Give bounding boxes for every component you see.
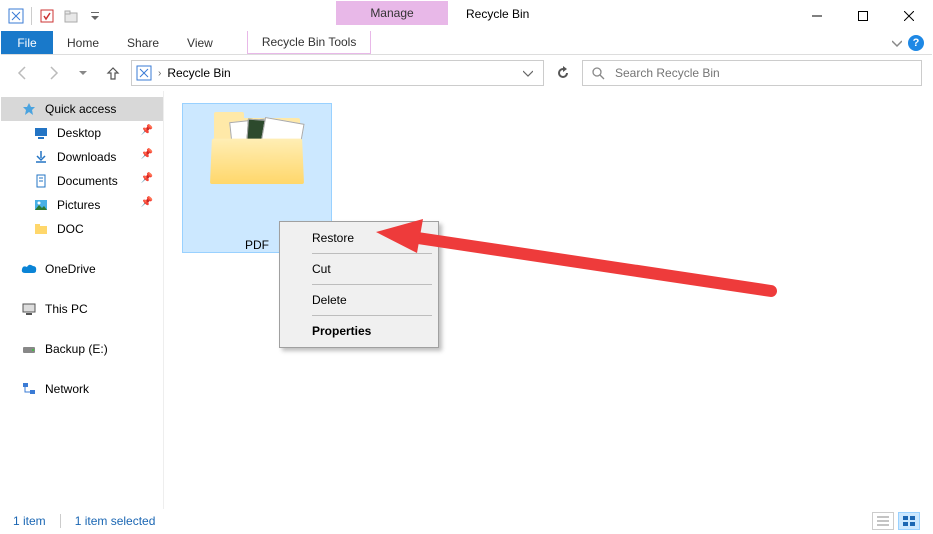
properties-shortcut-icon[interactable] bbox=[36, 5, 58, 27]
desktop-icon bbox=[33, 125, 49, 141]
view-switcher bbox=[872, 512, 920, 530]
sidebar-item-label: DOC bbox=[57, 222, 84, 236]
onedrive-icon bbox=[21, 261, 37, 277]
pin-icon: 📌 bbox=[141, 197, 153, 208]
sidebar-item-downloads[interactable]: Downloads 📌 bbox=[1, 145, 163, 169]
sidebar-item-onedrive[interactable]: OneDrive bbox=[1, 257, 163, 281]
status-item-count: 1 item bbox=[13, 514, 46, 528]
pin-icon: 📌 bbox=[141, 149, 153, 160]
file-item-label: PDF bbox=[245, 238, 269, 252]
search-icon bbox=[591, 66, 605, 80]
sidebar-item-label: This PC bbox=[45, 302, 88, 316]
details-view-button[interactable] bbox=[872, 512, 894, 530]
context-menu-delete[interactable]: Delete bbox=[282, 288, 436, 312]
minimize-button[interactable] bbox=[794, 1, 840, 31]
address-dropdown-icon[interactable] bbox=[517, 68, 539, 78]
sidebar-item-backup-drive[interactable]: Backup (E:) bbox=[1, 337, 163, 361]
back-button[interactable] bbox=[11, 61, 35, 85]
address-bar[interactable]: › Recycle Bin bbox=[131, 60, 544, 86]
breadcrumb-current[interactable]: Recycle Bin bbox=[167, 66, 230, 80]
close-button[interactable] bbox=[886, 1, 932, 31]
pictures-icon bbox=[33, 197, 49, 213]
sidebar-item-this-pc[interactable]: This PC bbox=[1, 297, 163, 321]
search-input[interactable] bbox=[613, 65, 913, 81]
separator bbox=[312, 315, 432, 316]
search-box[interactable] bbox=[582, 60, 922, 86]
title-bar: Manage Recycle Bin bbox=[1, 1, 932, 31]
context-menu-restore[interactable]: Restore bbox=[282, 226, 436, 250]
recent-dropdown-icon[interactable] bbox=[71, 61, 95, 85]
nav-bar: › Recycle Bin bbox=[1, 55, 932, 91]
contextual-tab-manage[interactable]: Manage bbox=[336, 1, 448, 25]
tab-share[interactable]: Share bbox=[113, 31, 173, 54]
window-title: Recycle Bin bbox=[466, 7, 529, 21]
tab-view[interactable]: View bbox=[173, 31, 227, 54]
chevron-right-icon[interactable]: › bbox=[158, 68, 161, 79]
sidebar-item-label: OneDrive bbox=[45, 262, 96, 276]
drive-icon bbox=[21, 341, 37, 357]
explorer-window: Manage Recycle Bin File Home Share View … bbox=[0, 0, 933, 534]
sidebar-item-label: Downloads bbox=[57, 150, 116, 164]
tab-home[interactable]: Home bbox=[53, 31, 113, 54]
help-icon[interactable]: ? bbox=[908, 35, 924, 51]
sidebar-item-desktop[interactable]: Desktop 📌 bbox=[1, 121, 163, 145]
separator bbox=[60, 514, 61, 528]
new-folder-shortcut-icon[interactable] bbox=[60, 5, 82, 27]
context-menu: Restore Cut Delete Properties bbox=[279, 221, 439, 348]
thumbnails-view-button[interactable] bbox=[898, 512, 920, 530]
separator bbox=[312, 253, 432, 254]
status-selected-count: 1 item selected bbox=[75, 514, 156, 528]
ribbon-tabs: File Home Share View Recycle Bin Tools ? bbox=[1, 31, 932, 55]
separator bbox=[31, 7, 32, 25]
folder-icon bbox=[33, 221, 49, 237]
sidebar-item-label: Backup (E:) bbox=[45, 342, 108, 356]
sidebar-item-label: Network bbox=[45, 382, 89, 396]
recycle-bin-icon[interactable] bbox=[5, 5, 27, 27]
file-tab[interactable]: File bbox=[1, 31, 53, 54]
sidebar-item-doc[interactable]: DOC bbox=[1, 217, 163, 241]
refresh-button[interactable] bbox=[550, 60, 576, 86]
separator bbox=[312, 284, 432, 285]
sidebar-item-documents[interactable]: Documents 📌 bbox=[1, 169, 163, 193]
tab-recycle-bin-tools[interactable]: Recycle Bin Tools bbox=[247, 31, 372, 54]
documents-icon bbox=[33, 173, 49, 189]
context-menu-properties[interactable]: Properties bbox=[282, 319, 436, 343]
forward-button[interactable] bbox=[41, 61, 65, 85]
expand-ribbon-icon[interactable] bbox=[892, 38, 902, 48]
network-icon bbox=[21, 381, 37, 397]
recycle-bin-breadcrumb-icon bbox=[136, 65, 152, 81]
maximize-button[interactable] bbox=[840, 1, 886, 31]
sidebar-item-pictures[interactable]: Pictures 📌 bbox=[1, 193, 163, 217]
sidebar-item-label: Desktop bbox=[57, 126, 101, 140]
up-button[interactable] bbox=[101, 61, 125, 85]
window-controls bbox=[794, 1, 932, 31]
qat-dropdown-icon[interactable] bbox=[84, 5, 106, 27]
explorer-body: Quick access Desktop 📌 Downloads 📌 Docum… bbox=[1, 91, 932, 509]
status-bar: 1 item 1 item selected bbox=[1, 509, 932, 533]
sidebar-item-network[interactable]: Network bbox=[1, 377, 163, 401]
ribbon-right: ? bbox=[892, 31, 932, 54]
pin-icon: 📌 bbox=[141, 125, 153, 136]
title-area: Manage Recycle Bin bbox=[106, 1, 794, 31]
sidebar-item-label: Pictures bbox=[57, 198, 100, 212]
downloads-icon bbox=[33, 149, 49, 165]
context-menu-cut[interactable]: Cut bbox=[282, 257, 436, 281]
navigation-pane: Quick access Desktop 📌 Downloads 📌 Docum… bbox=[1, 91, 163, 509]
folder-thumbnail-icon bbox=[210, 112, 304, 184]
quick-access-toolbar bbox=[1, 1, 106, 31]
pc-icon bbox=[21, 301, 37, 317]
pin-icon: 📌 bbox=[141, 173, 153, 184]
sidebar-item-label: Documents bbox=[57, 174, 118, 188]
sidebar-item-quick-access[interactable]: Quick access bbox=[1, 97, 163, 121]
sidebar-item-label: Quick access bbox=[45, 102, 116, 116]
star-icon bbox=[21, 101, 37, 117]
